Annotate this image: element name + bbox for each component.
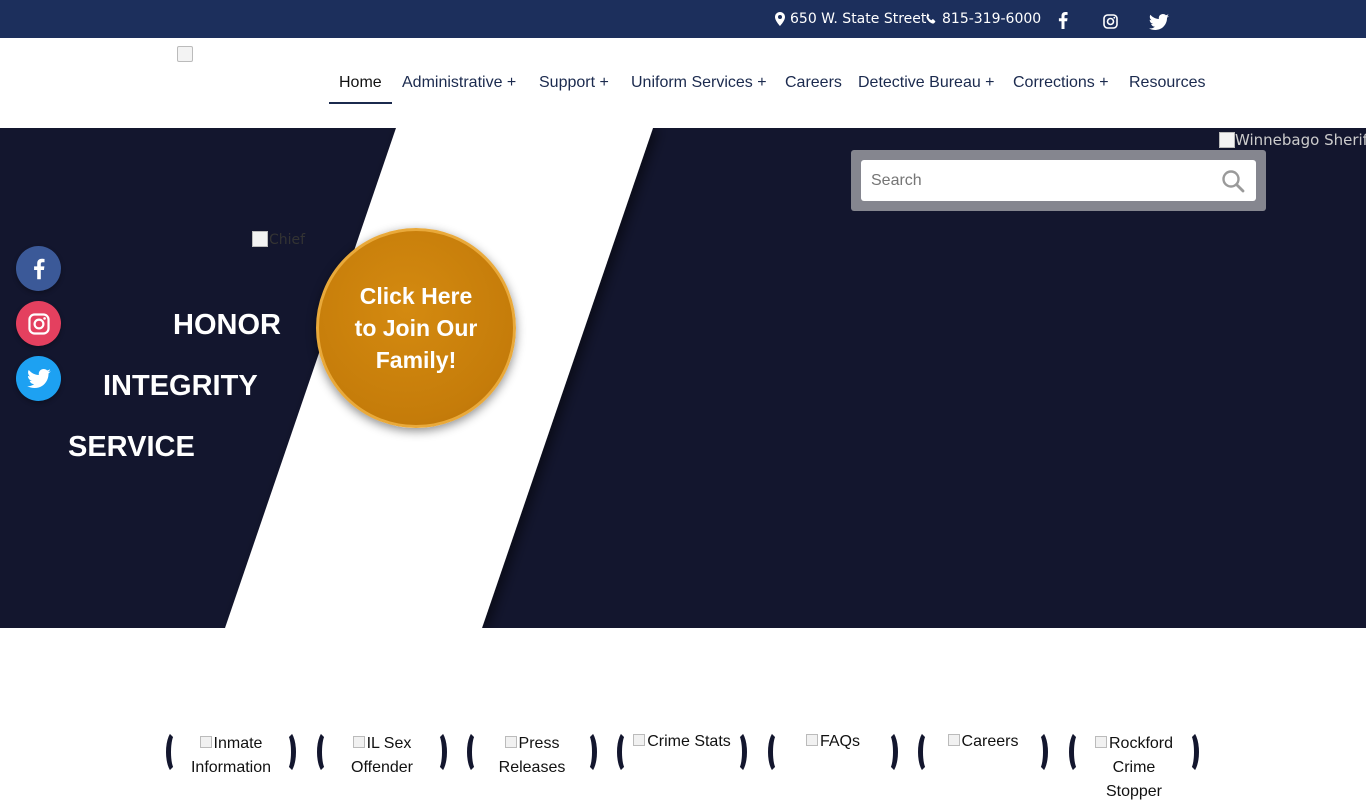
floating-twitter-button[interactable] — [16, 356, 61, 401]
nav-active-underline — [329, 102, 392, 104]
nav-corrections[interactable]: Corrections + — [1013, 74, 1109, 92]
bracket-right — [1030, 730, 1048, 774]
chief-image-alt: Chief — [269, 232, 306, 248]
quick-link-il-sex-offender[interactable]: IL Sex Offender — [317, 730, 447, 790]
sheriff-badge-image: Winnebago Sheriff — [1219, 131, 1366, 149]
top-bar: 650 W. State Street 815-319-6000 — [0, 0, 1366, 38]
nav-careers[interactable]: Careers — [785, 74, 842, 92]
quick-link-label: Crime Stats — [647, 733, 731, 750]
quick-link-label: FAQs — [819, 733, 860, 750]
hero-word-integrity: INTEGRITY — [103, 370, 258, 402]
phone-text: 815-319-6000 — [942, 11, 1042, 27]
quick-link-crime-stats[interactable]: Crime Stats — [617, 730, 747, 790]
quick-link-press-releases[interactable]: Press Releases — [467, 730, 597, 790]
bracket-right — [278, 730, 296, 774]
hero-word-honor: HONOR — [173, 309, 281, 341]
bracket-right — [1181, 730, 1199, 774]
nav-home[interactable]: Home — [339, 74, 382, 92]
search-input[interactable] — [861, 160, 1256, 201]
search-icon[interactable] — [1221, 169, 1245, 193]
instagram-icon[interactable] — [1103, 14, 1118, 29]
quick-link-careers[interactable]: Careers — [918, 730, 1048, 790]
quick-link-rockford-crime-stopper[interactable]: Rockford Crime Stopper — [1069, 730, 1199, 800]
address[interactable]: 650 W. State Street — [775, 11, 926, 27]
site-logo[interactable] — [177, 46, 193, 62]
instagram-icon — [27, 312, 50, 335]
bracket-right — [729, 730, 747, 774]
bracket-right — [880, 730, 898, 774]
nav-uniform-services[interactable]: Uniform Services + — [631, 74, 767, 92]
floating-facebook-button[interactable] — [16, 246, 61, 291]
search-panel — [851, 150, 1266, 211]
nav-resources[interactable]: Resources — [1129, 74, 1205, 92]
nav-detective-bureau[interactable]: Detective Bureau + — [858, 74, 995, 92]
phone[interactable]: 815-319-6000 — [925, 11, 1041, 27]
sheriff-image-alt: Winnebago Sheriff — [1235, 131, 1366, 149]
phone-icon — [926, 13, 936, 24]
bracket-right — [579, 730, 597, 774]
nav-administrative[interactable]: Administrative + — [402, 74, 516, 92]
bracket-right — [429, 730, 447, 774]
nav-support[interactable]: Support + — [539, 74, 609, 92]
quick-link-faqs[interactable]: FAQs — [768, 730, 898, 790]
twitter-icon — [26, 369, 51, 388]
address-text: 650 W. State Street — [790, 11, 927, 27]
join-button[interactable]: Click Here to Join Our Family! — [316, 228, 516, 428]
floating-instagram-button[interactable] — [16, 301, 61, 346]
facebook-icon — [33, 258, 45, 279]
join-button-label: Click Here to Join Our Family! — [354, 283, 478, 373]
map-pin-icon — [775, 12, 785, 26]
facebook-icon[interactable] — [1058, 12, 1068, 29]
twitter-icon[interactable] — [1149, 14, 1169, 30]
quick-link-inmate-information[interactable]: Inmate Information — [166, 730, 296, 790]
hero-word-service: SERVICE — [68, 431, 195, 463]
quick-link-label: Careers — [961, 733, 1019, 750]
chief-image: Chief — [252, 231, 305, 248]
